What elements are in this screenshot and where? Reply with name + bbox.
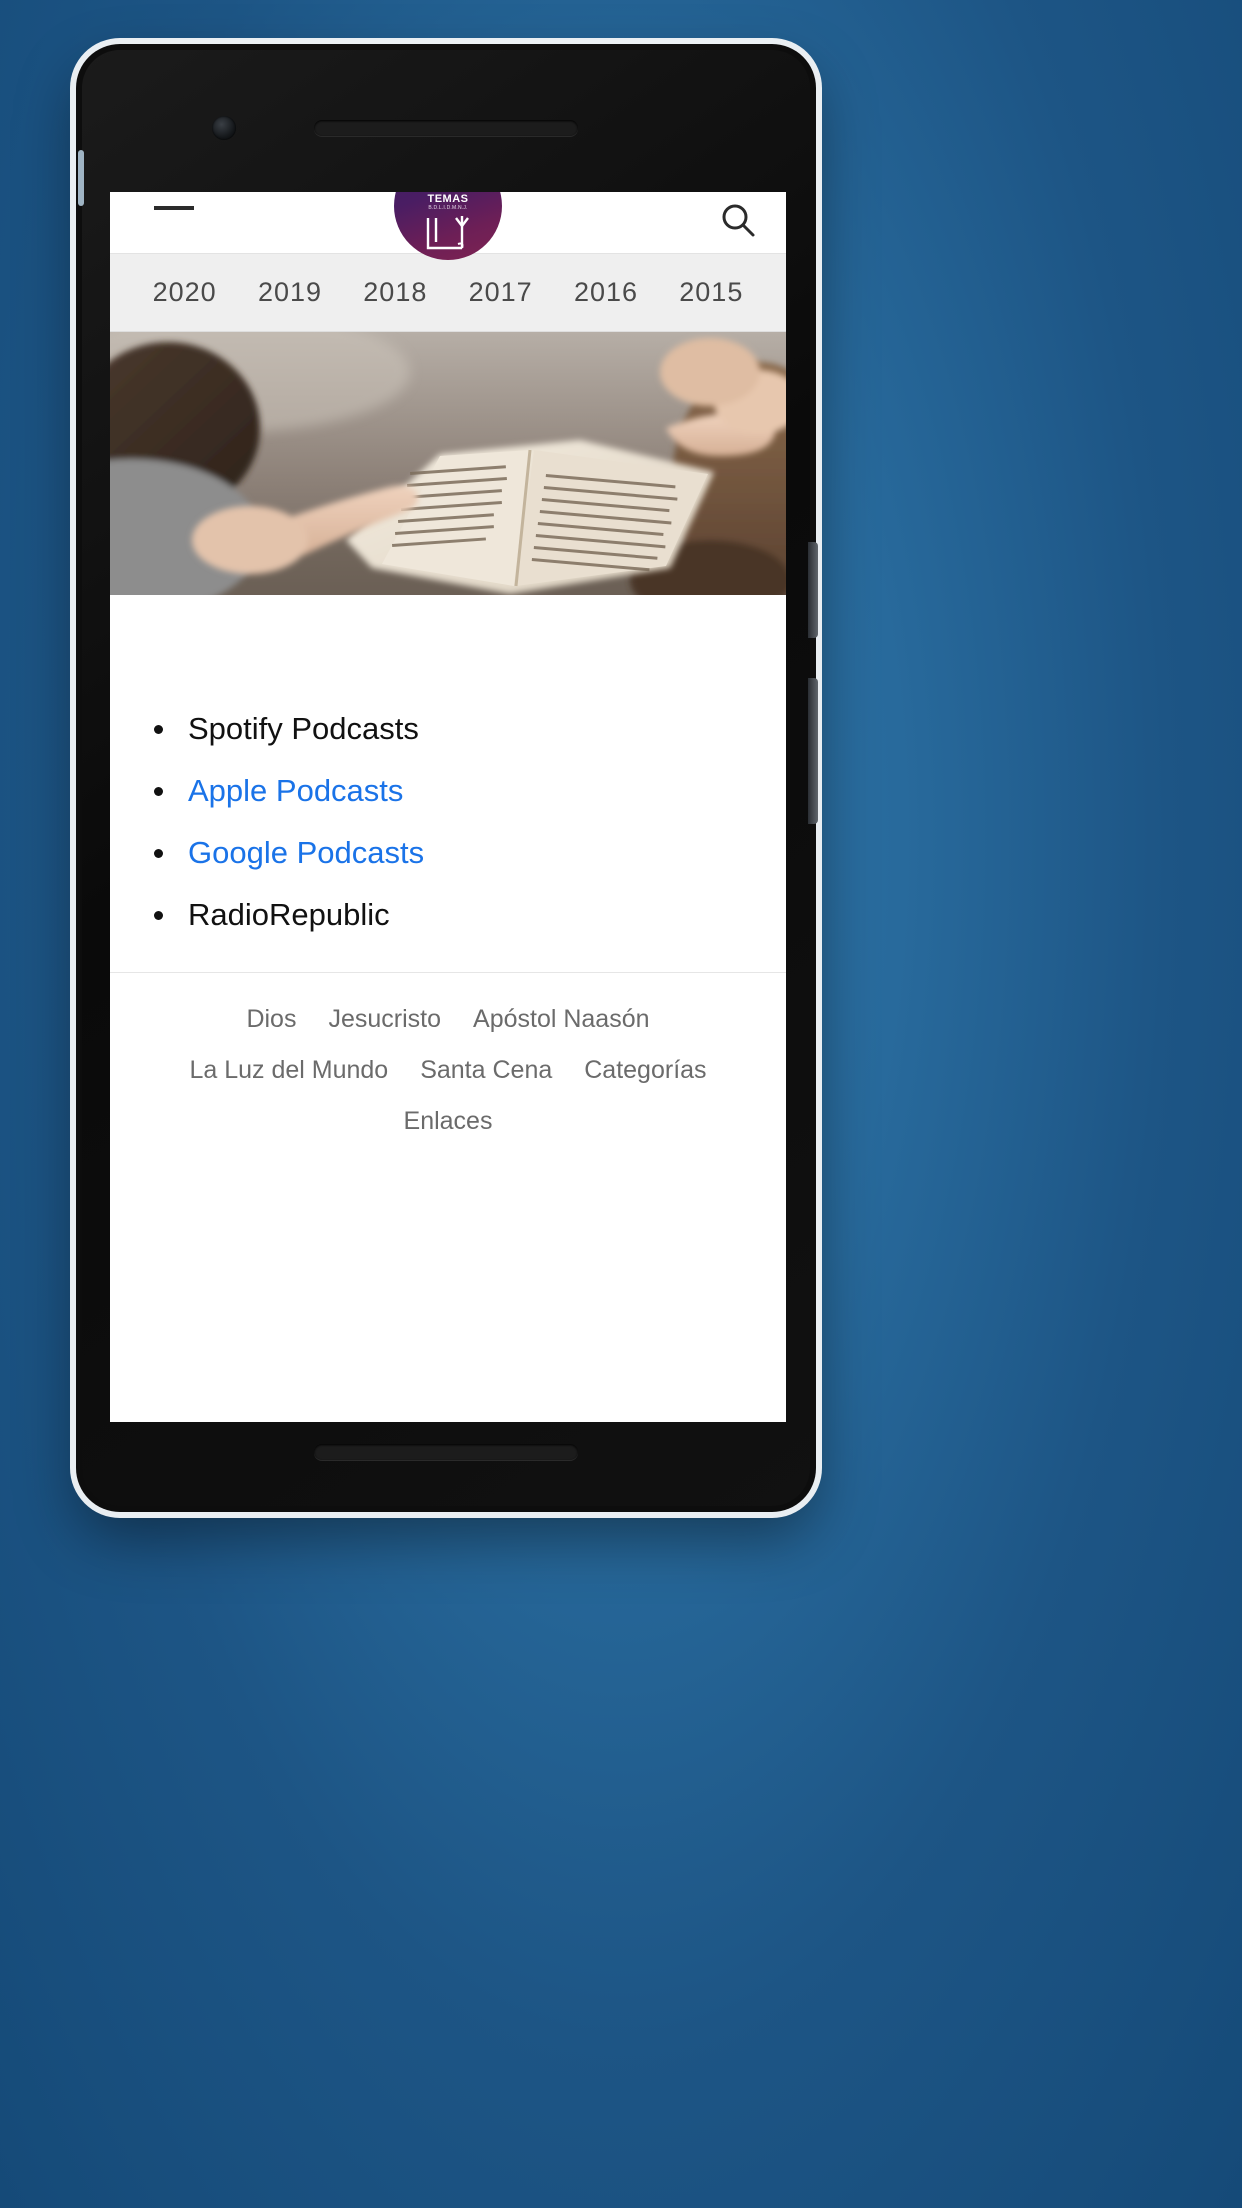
bottom-speaker <box>314 1444 578 1460</box>
list-item-google-podcasts[interactable]: Google Podcasts <box>110 837 786 868</box>
main-content: Spotify Podcasts Apple Podcasts Google P… <box>110 595 786 972</box>
list-item-apple-podcasts[interactable]: Apple Podcasts <box>110 775 786 806</box>
volume-button[interactable] <box>808 678 818 824</box>
earpiece-speaker <box>314 120 578 136</box>
phone-screen: TEMAS B.D.L.I.D.M.N.J. 2020 2019 2018 20… <box>110 192 786 1422</box>
logo-subtitle: B.D.L.I.D.M.N.J. <box>428 205 468 211</box>
year-tab-2020[interactable]: 2020 <box>132 277 237 308</box>
antenna-strip <box>78 150 84 206</box>
footer-link-jesucristo[interactable]: Jesucristo <box>328 1005 441 1034</box>
search-icon[interactable] <box>718 200 758 240</box>
open-book-icon <box>422 214 474 254</box>
hero-image <box>110 332 786 595</box>
footer-link-apostol-naason[interactable]: Apóstol Naasón <box>473 1005 650 1034</box>
footer-link-enlaces[interactable]: Enlaces <box>404 1107 493 1136</box>
footer-row-3: Enlaces <box>136 1107 760 1136</box>
phone-mockup: TEMAS B.D.L.I.D.M.N.J. 2020 2019 2018 20… <box>76 44 818 1512</box>
hamburger-menu-icon[interactable] <box>154 206 194 210</box>
power-button[interactable] <box>808 542 818 638</box>
site-header: TEMAS B.D.L.I.D.M.N.J. <box>110 192 786 260</box>
podcast-link-list: Spotify Podcasts Apple Podcasts Google P… <box>110 713 786 930</box>
site-footer: Dios Jesucristo Apóstol Naasón La Luz de… <box>110 972 786 1176</box>
footer-link-santa-cena[interactable]: Santa Cena <box>420 1056 552 1085</box>
footer-link-dios[interactable]: Dios <box>246 1005 296 1034</box>
year-tab-2018[interactable]: 2018 <box>343 277 448 308</box>
list-item-radiorepublic[interactable]: RadioRepublic <box>110 899 786 930</box>
footer-link-la-luz-del-mundo[interactable]: La Luz del Mundo <box>189 1056 388 1085</box>
list-item-spotify-podcasts[interactable]: Spotify Podcasts <box>110 713 786 744</box>
year-tab-2019[interactable]: 2019 <box>237 277 342 308</box>
year-tab-bar[interactable]: 2020 2019 2018 2017 2016 2015 <box>110 254 786 332</box>
site-logo[interactable]: TEMAS B.D.L.I.D.M.N.J. <box>394 192 502 260</box>
front-camera-icon <box>212 116 236 140</box>
year-tab-2015[interactable]: 2015 <box>659 277 764 308</box>
footer-row-2: La Luz del Mundo Santa Cena Categorías <box>136 1056 760 1085</box>
footer-row-1: Dios Jesucristo Apóstol Naasón <box>136 1005 760 1034</box>
footer-link-categorias[interactable]: Categorías <box>584 1056 706 1085</box>
year-tab-2017[interactable]: 2017 <box>448 277 553 308</box>
year-tab-2016[interactable]: 2016 <box>553 277 658 308</box>
phone-body: TEMAS B.D.L.I.D.M.N.J. 2020 2019 2018 20… <box>78 50 818 1506</box>
logo-wordmark: TEMAS <box>427 193 469 205</box>
